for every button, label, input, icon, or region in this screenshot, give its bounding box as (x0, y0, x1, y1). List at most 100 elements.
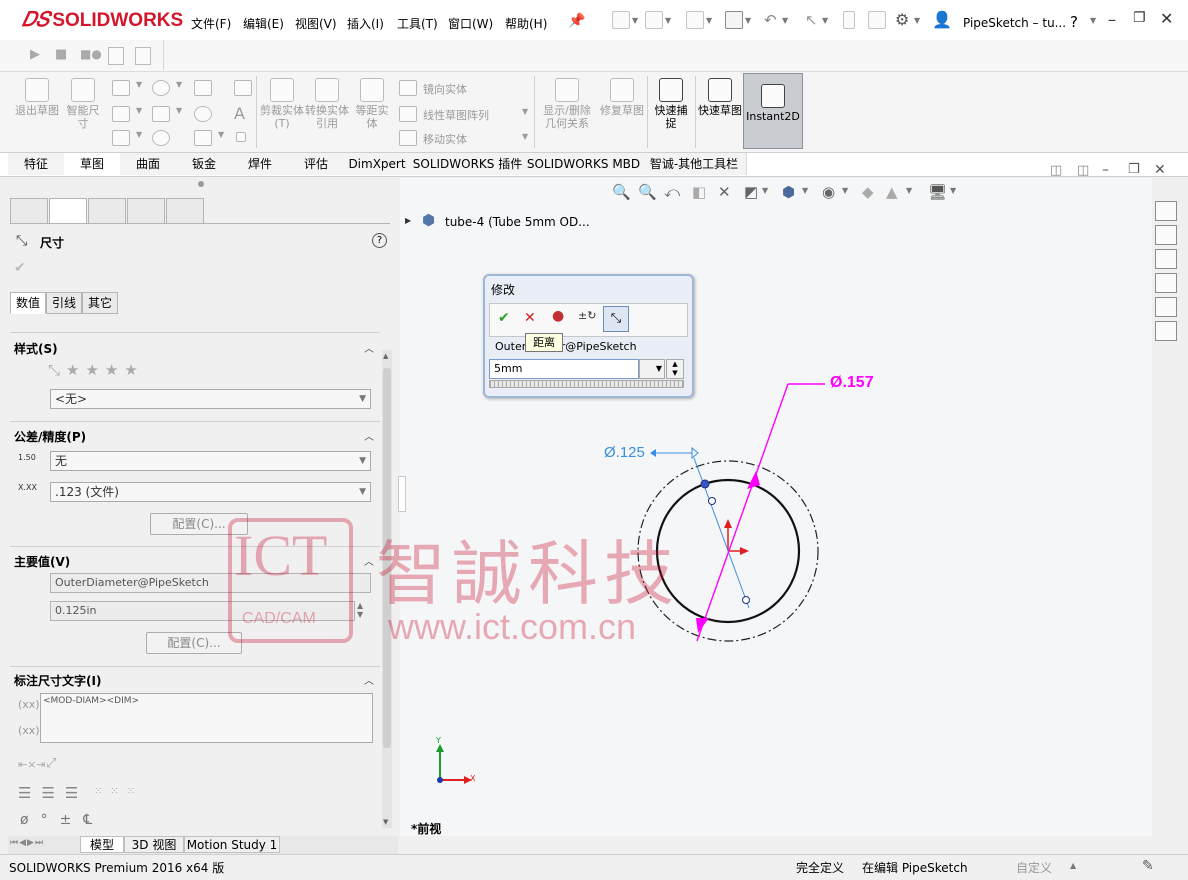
quick-snaps-button[interactable]: 快速捕捉 (650, 78, 692, 130)
restore-icon[interactable]: ❐ (1133, 10, 1146, 26)
units-dropdown-icon[interactable]: ▲ (1070, 861, 1076, 870)
display-manager-tab[interactable] (166, 198, 204, 224)
spline-icon[interactable] (194, 80, 212, 96)
rectangle-icon[interactable] (112, 106, 130, 122)
menu-file[interactable]: 文件(F) (191, 15, 231, 32)
linear-pattern-icon[interactable] (399, 106, 417, 122)
endpoint-handle[interactable] (742, 596, 750, 604)
dimension-text-field[interactable]: <MOD-DIAM><DIM> (40, 693, 373, 743)
menu-view[interactable]: 视图(V) (295, 15, 337, 32)
style-icons[interactable]: ⤡★★★★ (48, 361, 144, 379)
feature-manager-tab[interactable] (10, 198, 48, 224)
repair-sketch-button[interactable]: 修复草图 (600, 78, 644, 117)
primary-value-field[interactable]: 0.125in (50, 601, 355, 621)
minimize-icon[interactable]: – (1108, 10, 1116, 29)
rapid-sketch-button[interactable]: 快速草图 (698, 78, 742, 117)
show-hide-relations-button[interactable]: 显示/删除几何关系 (538, 78, 596, 130)
dimension-value-input[interactable]: 5mm (489, 359, 639, 379)
move-icon[interactable] (399, 130, 417, 146)
help-icon[interactable]: ? (1070, 13, 1078, 31)
plane-icon[interactable] (236, 132, 246, 142)
custom-properties-icon[interactable] (1155, 321, 1177, 341)
undo-icon[interactable]: ↶ (764, 11, 777, 29)
ellipse-icon[interactable] (194, 106, 212, 122)
tab-mbd[interactable]: SOLIDWORKS MBD (525, 153, 643, 175)
menu-window[interactable]: 窗口(W) (448, 15, 493, 32)
mirror-icon[interactable] (399, 80, 417, 96)
dimxpert-manager-tab[interactable] (127, 198, 165, 224)
smart-dimension-button[interactable]: 智能尺寸 (62, 78, 104, 130)
tab-motion-study[interactable]: Motion Study 1 (184, 836, 280, 853)
tab-other-tools[interactable]: 智诚-其他工具栏 (642, 153, 747, 175)
fillet-icon[interactable] (194, 130, 212, 146)
restore-right-icon[interactable]: ◫ (1077, 163, 1089, 178)
collapse-icon[interactable]: ︿ (364, 428, 374, 443)
add-parentheses-icon[interactable]: (xx) (18, 698, 40, 711)
run-macro-icon[interactable]: ▶ (30, 47, 40, 62)
leader-style-icons[interactable]: ⁙⁙⁙ (94, 786, 143, 797)
convert-entities-button[interactable]: 转换实体引用 (305, 78, 349, 130)
tab-model[interactable]: 模型 (80, 836, 124, 853)
tolerance-config-button[interactable]: 配置(C)... (150, 513, 248, 535)
trim-entities-button[interactable]: 剪裁实体(T) (260, 78, 304, 130)
inner-diameter-dimension[interactable]: Ø.125 (604, 444, 645, 461)
reverse-dimension-icon[interactable]: ±↻ (578, 309, 596, 322)
close-icon[interactable]: ✕ (1160, 9, 1173, 28)
primary-config-button[interactable]: 配置(C)... (146, 632, 242, 654)
file-properties-icon[interactable] (868, 11, 886, 29)
primary-name-field[interactable]: OuterDiameter@PipeSketch (50, 573, 371, 593)
outer-dimension-line[interactable] (696, 383, 789, 642)
configuration-manager-tab[interactable] (88, 198, 126, 224)
inspection-icon[interactable]: (xx) (18, 724, 40, 737)
endpoint-handle[interactable] (700, 479, 710, 489)
units-dropdown[interactable]: ▼ (639, 359, 665, 379)
view-palette-icon[interactable] (1155, 273, 1177, 293)
point-icon[interactable] (234, 80, 252, 96)
justify-icons[interactable]: ☰☰☰ (18, 784, 88, 802)
value-spinner[interactable]: ▲ ▼ (357, 601, 363, 619)
ok-check-icon[interactable]: ✔ (14, 260, 26, 276)
rebuild-icon[interactable]: ● (552, 308, 564, 324)
cancel-icon[interactable]: ✕ (524, 310, 536, 326)
tab-features[interactable]: 特征 (8, 153, 65, 175)
tab-surfaces[interactable]: 曲面 (120, 153, 177, 175)
tab-scroll-arrows[interactable]: ⏮◀▶⏭ (10, 838, 44, 848)
precision-select[interactable]: .123 (文件) ▼ (50, 482, 371, 502)
solidworks-resources-icon[interactable] (1155, 201, 1177, 221)
slot-icon[interactable] (112, 130, 130, 146)
tab-sheet-metal[interactable]: 钣金 (176, 153, 233, 175)
thumbwheel[interactable] (489, 380, 684, 388)
midpoint-handle[interactable] (708, 497, 716, 505)
doc-close-icon[interactable]: ✕ (1154, 162, 1166, 178)
print-icon[interactable] (725, 11, 743, 29)
symbol-icons[interactable]: ø°±℄ (20, 812, 104, 828)
offset-text-icon[interactable]: ⤢ (46, 756, 56, 771)
collapse-icon[interactable]: ︿ (364, 672, 374, 687)
open-dropdown-icon[interactable]: ▼ (665, 16, 671, 25)
outer-diameter-dimension[interactable]: Ø.157 (830, 374, 874, 392)
menu-tools[interactable]: 工具(T) (397, 15, 438, 32)
offset-entities-button[interactable]: 等距实体 (352, 78, 392, 130)
new-document-icon[interactable] (612, 11, 630, 29)
tolerance-type-select[interactable]: 无 ▼ (50, 451, 371, 471)
style-header[interactable]: 样式(S) (14, 340, 58, 357)
design-library-icon[interactable] (1155, 225, 1177, 245)
solidworks-logo[interactable]: 𝐷𝑆 SOLIDWORKS (22, 9, 183, 32)
panel-help-icon[interactable]: ? (372, 233, 387, 248)
pin-icon[interactable]: 📌 (568, 13, 585, 29)
line-icon[interactable] (112, 80, 130, 96)
tab-weldments[interactable]: 焊件 (232, 153, 289, 175)
record-macro-icon[interactable]: ■● (80, 47, 102, 61)
stop-macro-icon[interactable]: ■ (55, 47, 67, 62)
exit-sketch-button[interactable]: 退出草图 (14, 78, 60, 117)
open-icon[interactable] (645, 11, 663, 29)
splitter-handle[interactable] (398, 476, 406, 512)
appearances-icon[interactable] (1155, 297, 1177, 317)
mirror-entities-button[interactable]: 镜向实体 (423, 81, 467, 97)
tab-addins[interactable]: SOLIDWORKS 插件 (410, 153, 526, 175)
move-entities-button[interactable]: 移动实体 (423, 131, 467, 147)
restore-left-icon[interactable]: ◫ (1050, 163, 1062, 178)
menu-help[interactable]: 帮助(H) (505, 15, 547, 32)
tab-evaluate[interactable]: 评估 (288, 153, 345, 175)
instant2d-button[interactable]: Instant2D (743, 73, 803, 149)
